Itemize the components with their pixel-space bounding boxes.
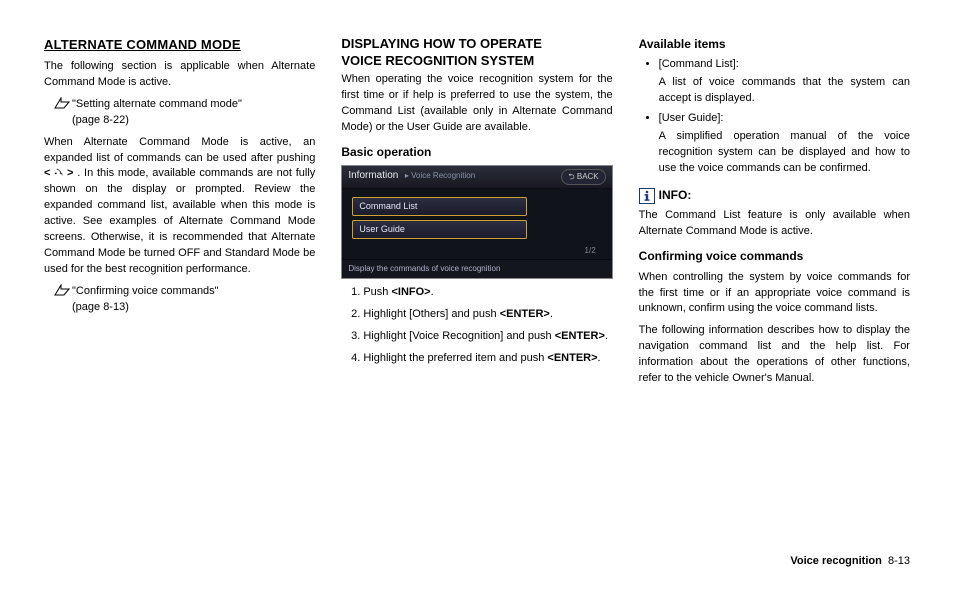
column-left: ALTERNATE COMMAND MODE The following sec…: [44, 36, 315, 393]
ss-footer: Display the commands of voice recognitio…: [342, 259, 611, 278]
step-3: Highlight [Voice Recognition] and push <…: [363, 329, 612, 345]
column-middle: DISPLAYING HOW TO OPERATE VOICE RECOGNIT…: [341, 36, 612, 393]
footer-section: Voice recognition: [790, 555, 881, 567]
ui-screenshot: Information ▸ Voice Recognition ⮌ BACK C…: [341, 165, 612, 279]
crossref-icon: [54, 97, 72, 129]
column-right: Available items [Command List]: A list o…: [639, 36, 910, 393]
alt-mode-heading: ALTERNATE COMMAND MODE: [44, 36, 315, 55]
crossref-icon: [54, 284, 72, 316]
ss-item-command-list: Command List: [352, 197, 527, 216]
step-2: Highlight [Others] and push <ENTER>.: [363, 307, 612, 323]
info-text: The Command List feature is only availab…: [639, 208, 910, 240]
available-item-command-list: [Command List]: A list of voice commands…: [659, 57, 910, 107]
ss-back-button: ⮌ BACK: [561, 169, 605, 185]
alt-mode-body: When Alternate Command Mode is active, a…: [44, 135, 315, 278]
ss-title: Information: [348, 170, 398, 181]
available-item-user-guide: [User Guide]: A simplified operation man…: [659, 111, 910, 177]
page-footer: Voice recognition 8-13: [790, 554, 910, 570]
crossref-title: "Setting alternate command mode": [72, 98, 242, 110]
step-4: Highlight the preferred item and push <E…: [363, 351, 612, 367]
crossref-page: (page 8-22): [72, 114, 129, 126]
voice-button-icon: < >: [44, 167, 73, 179]
step-1: Push <INFO>.: [363, 285, 612, 301]
confirming-p1: When controlling the system by voice com…: [639, 270, 910, 318]
basic-operation-heading: Basic operation: [341, 144, 612, 161]
alt-mode-intro: The following section is applicable when…: [44, 59, 315, 91]
crossref-title: "Confirming voice commands": [72, 285, 219, 297]
ss-pager: 1/2: [352, 243, 601, 257]
info-label: INFO:: [659, 187, 692, 204]
available-items-list: [Command List]: A list of voice commands…: [639, 57, 910, 177]
info-callout: INFO:: [639, 187, 910, 204]
crossref-page: (page 8-13): [72, 301, 129, 313]
available-items-heading: Available items: [639, 36, 910, 53]
footer-page-number: 8-13: [888, 555, 910, 567]
confirming-heading: Confirming voice commands: [639, 248, 910, 265]
crossref-confirming-voice: "Confirming voice commands" (page 8-13): [54, 284, 315, 316]
confirming-p2: The following information describes how …: [639, 323, 910, 387]
ss-item-user-guide: User Guide: [352, 220, 527, 239]
crossref-setting-alt-mode: "Setting alternate command mode" (page 8…: [54, 97, 315, 129]
displaying-heading: DISPLAYING HOW TO OPERATE VOICE RECOGNIT…: [341, 36, 612, 70]
ss-subtitle: ▸ Voice Recognition: [405, 171, 475, 180]
basic-operation-steps: Push <INFO>. Highlight [Others] and push…: [341, 285, 612, 367]
info-icon: [639, 188, 655, 204]
displaying-intro: When operating the voice recognition sys…: [341, 72, 612, 136]
